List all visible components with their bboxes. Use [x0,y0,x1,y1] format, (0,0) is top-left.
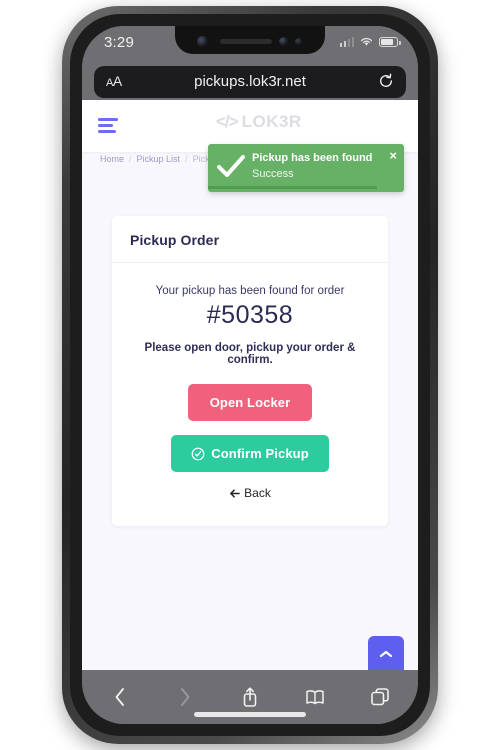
code-brackets-icon: </> [216,112,239,131]
back-link-label: Back [244,486,271,500]
card-body: Your pickup has been found for order #50… [112,263,388,526]
back-link[interactable]: Back [130,486,370,500]
tabs-icon [370,688,389,706]
share-button[interactable] [239,686,261,708]
reload-icon[interactable] [378,73,394,89]
order-number: #50358 [206,301,294,329]
front-camera-icon [197,36,208,47]
check-mark-icon [217,155,245,177]
screenshot-stage: 3:29 AA pickups.lok3r.net </> LOK3R Home… [0,0,500,750]
confirm-pickup-label: Confirm Pickup [211,446,309,461]
cellular-signal-icon [339,36,354,47]
toast-notification: Pickup has been found Success × [208,144,404,192]
tabs-button[interactable] [369,686,391,708]
browser-url-bar: AA pickups.lok3r.net [82,64,418,100]
device-notch [175,26,325,54]
web-page-viewport: </> LOK3R Home / Pickup List / Pickup Or… [82,100,418,670]
scroll-to-top-button[interactable] [368,636,404,670]
face-id-sensor-icon [279,37,288,46]
instruction-text: Please open door, pickup your order & co… [144,342,356,366]
pickup-found-text: Your pickup has been found for order [155,285,345,297]
breadcrumb-separator: / [185,154,188,164]
page-title: Pickup Order [130,232,220,248]
url-bar-field[interactable]: AA pickups.lok3r.net [94,66,406,98]
proximity-sensor-icon [295,38,302,45]
bookmarks-button[interactable] [304,686,326,708]
toast-progress-bar [208,186,377,189]
confirm-pickup-button[interactable]: Confirm Pickup [171,435,329,472]
check-circle-icon [191,447,205,460]
pickup-order-card: Pickup Order Your pickup has been found … [112,216,388,526]
browser-forward-button[interactable] [174,686,196,708]
toast-subtitle: Success [252,168,294,180]
logo-text: LOK3R [241,112,302,131]
book-icon [306,689,324,704]
chevron-up-icon [379,650,393,658]
phone-screen: 3:29 AA pickups.lok3r.net </> LOK3R Home… [82,26,418,724]
wifi-icon [360,37,373,46]
status-bar-icons [339,36,401,47]
arrow-left-icon [230,488,240,498]
site-logo[interactable]: </> LOK3R [216,112,302,132]
breadcrumb-separator: / [129,154,132,164]
breadcrumb-item-home[interactable]: Home [100,154,124,164]
breadcrumb-item-pickup-list[interactable]: Pickup List [137,154,181,164]
toast-close-button[interactable]: × [389,148,397,163]
share-icon [243,687,257,707]
home-indicator [194,712,306,717]
url-text[interactable]: pickups.lok3r.net [94,73,406,90]
card-header: Pickup Order [112,216,388,263]
battery-icon [379,36,401,47]
earpiece-speaker [220,39,272,44]
browser-back-button[interactable] [109,686,131,708]
status-bar-time: 3:29 [104,34,134,51]
open-locker-button[interactable]: Open Locker [187,384,313,421]
toast-title: Pickup has been found [252,152,373,164]
hamburger-menu-icon[interactable] [98,118,120,136]
